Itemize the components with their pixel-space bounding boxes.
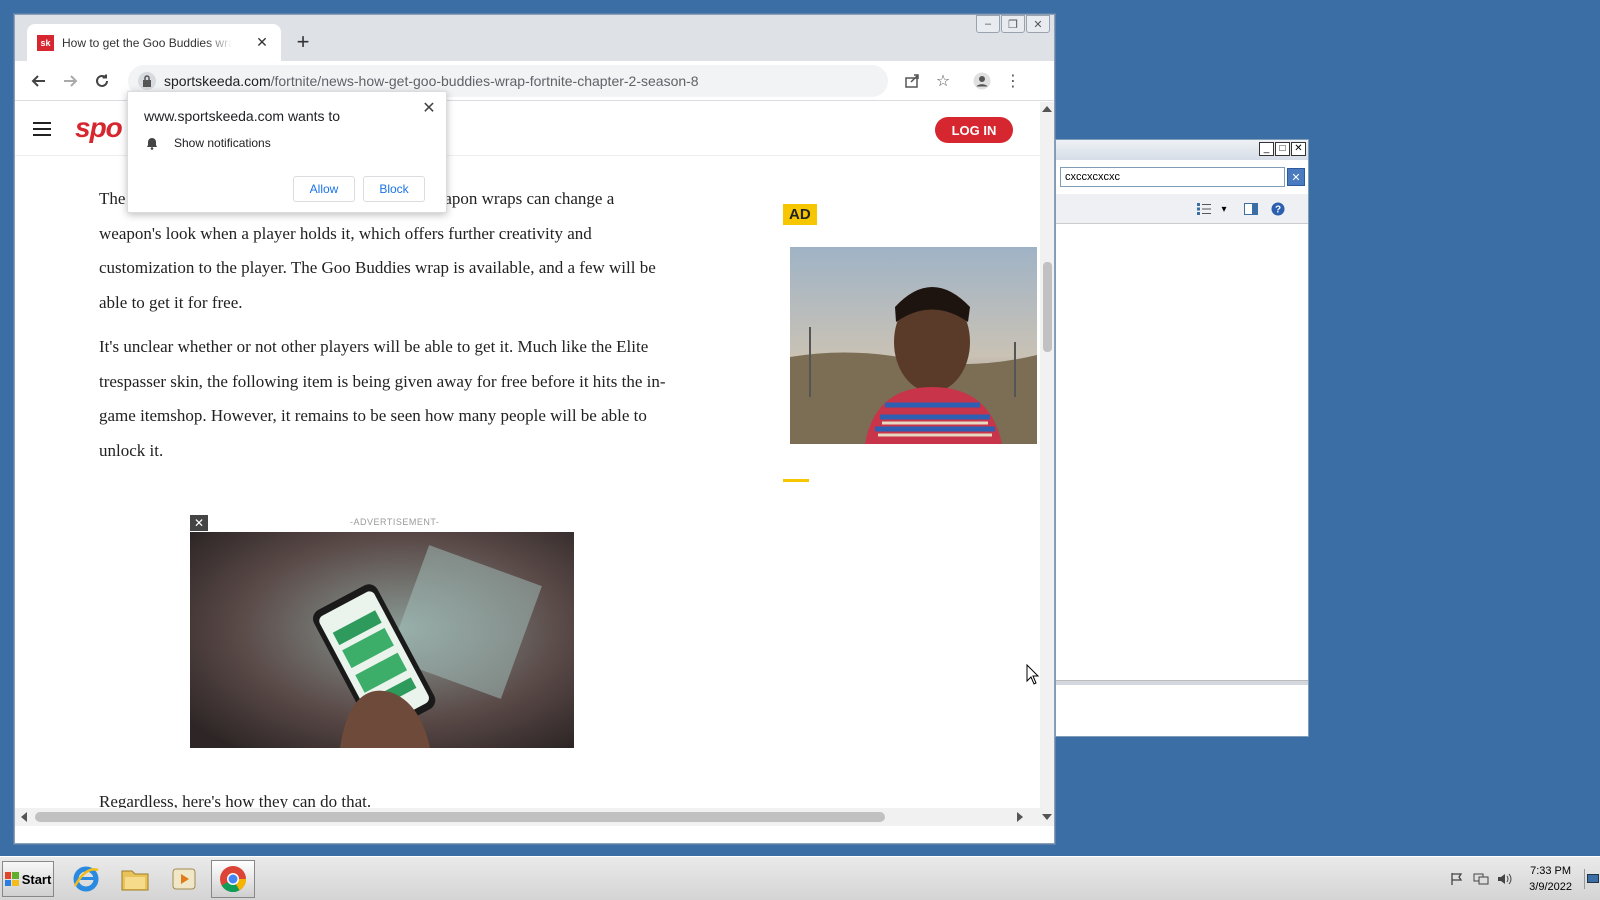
svg-text:?: ?: [1275, 205, 1281, 216]
sportskeeda-favicon-icon: sk: [37, 34, 54, 51]
url-text: sportskeeda.com/fortnite/news-how-get-go…: [164, 73, 699, 89]
bookmark-star-icon[interactable]: ☆: [929, 67, 957, 95]
block-button[interactable]: Block: [363, 176, 425, 202]
advertisement-label: -ADVERTISEMENT-: [350, 517, 440, 527]
volume-icon[interactable]: [1494, 868, 1516, 890]
article-body: The Goo Buddies wrap is available in For…: [99, 182, 679, 478]
internet-explorer-icon[interactable]: [64, 860, 108, 898]
side-ad-video[interactable]: [790, 247, 1037, 444]
windows-logo-icon: [4, 872, 19, 886]
side-toolbar: ▾ ?: [1056, 194, 1308, 224]
side-maximize-button[interactable]: □: [1275, 142, 1290, 156]
forward-arrow-icon[interactable]: [56, 67, 84, 95]
list-view-icon[interactable]: [1196, 201, 1212, 217]
tab-title: How to get the Goo Buddies wrap in Fortn…: [62, 35, 232, 50]
help-icon[interactable]: ?: [1270, 201, 1286, 217]
mouse-cursor-icon: [1026, 664, 1040, 685]
side-dialog-window: _ □ ✕ ✕ ▾ ?: [1055, 139, 1309, 737]
network-icon[interactable]: [1470, 868, 1492, 890]
allow-button[interactable]: Allow: [293, 176, 355, 202]
clock[interactable]: 7:33 PM 3/9/2022: [1529, 863, 1572, 895]
scroll-left-icon[interactable]: [21, 812, 27, 822]
bell-icon: [147, 137, 157, 150]
browser-titlebar: sk How to get the Goo Buddies wrap in Fo…: [15, 15, 1054, 61]
file-explorer-icon[interactable]: [113, 860, 157, 898]
vertical-scroll-thumb[interactable]: [1043, 262, 1052, 352]
more-menu-icon[interactable]: ⋮: [999, 67, 1027, 95]
login-button[interactable]: LOG IN: [935, 117, 1013, 143]
browser-tab[interactable]: sk How to get the Goo Buddies wrap in Fo…: [27, 24, 281, 61]
browser-window: sk How to get the Goo Buddies wrap in Fo…: [14, 14, 1055, 844]
ad-badge: AD: [783, 204, 817, 225]
sportskeeda-logo[interactable]: spo: [75, 112, 123, 144]
reload-icon[interactable]: [88, 67, 116, 95]
window-controls: – ❐ ✕: [975, 15, 1050, 33]
horizontal-scrollbar[interactable]: [15, 808, 1041, 826]
clock-time: 7:33 PM: [1530, 865, 1572, 877]
action-center-flag-icon[interactable]: [1446, 868, 1468, 890]
notification-permission-popup: www.sportskeeda.com wants to ✕ Show noti…: [127, 91, 447, 213]
close-popup-icon[interactable]: ✕: [420, 100, 438, 118]
side-minimize-button[interactable]: _: [1259, 142, 1274, 156]
start-label: Start: [21, 871, 52, 887]
close-window-button[interactable]: ✕: [1026, 15, 1050, 33]
clear-search-icon[interactable]: ✕: [1287, 168, 1305, 186]
show-desktop-icon[interactable]: [1584, 869, 1600, 889]
restore-button[interactable]: ❐: [1001, 15, 1025, 33]
url-host: sportskeeda.com: [164, 73, 271, 89]
clock-date: 3/9/2022: [1529, 881, 1572, 893]
tab-close-icon[interactable]: ✕: [253, 34, 271, 51]
side-search-input[interactable]: [1060, 167, 1285, 187]
new-tab-button[interactable]: +: [289, 29, 317, 57]
lock-icon[interactable]: [138, 72, 156, 90]
start-button[interactable]: Start: [2, 861, 54, 897]
hamburger-menu-icon[interactable]: [33, 122, 51, 136]
inline-ad-video[interactable]: [190, 532, 574, 748]
taskbar: Start 7:33 PM 3/9/2022: [0, 856, 1600, 900]
chrome-taskbar-icon[interactable]: [211, 860, 255, 898]
article-paragraph-2: It's unclear whether or not other player…: [99, 337, 666, 460]
horizontal-scroll-thumb[interactable]: [35, 812, 885, 822]
preview-pane-icon[interactable]: [1243, 201, 1259, 217]
chevron-down-icon[interactable]: ▾: [1216, 201, 1232, 217]
scroll-down-icon[interactable]: [1042, 814, 1052, 820]
permission-request: Show notifications: [146, 136, 271, 150]
accent-divider: [783, 479, 809, 482]
profile-avatar-icon[interactable]: [968, 67, 996, 95]
side-close-button[interactable]: ✕: [1291, 142, 1306, 156]
scroll-right-icon[interactable]: [1017, 812, 1023, 822]
side-pane-splitter[interactable]: [1056, 680, 1308, 685]
system-tray: 7:33 PM 3/9/2022: [1445, 857, 1600, 900]
close-ad-icon[interactable]: ✕: [190, 515, 208, 531]
vertical-scrollbar[interactable]: [1040, 102, 1054, 826]
back-arrow-icon[interactable]: [25, 67, 53, 95]
scroll-up-icon[interactable]: [1042, 106, 1052, 112]
media-player-icon[interactable]: [162, 860, 206, 898]
permission-title: www.sportskeeda.com wants to: [144, 108, 341, 124]
share-icon[interactable]: [898, 67, 926, 95]
minimize-button[interactable]: –: [976, 15, 1000, 33]
side-window-titlebar: _ □ ✕: [1056, 140, 1308, 160]
url-path: /fortnite/news-how-get-goo-buddies-wrap-…: [270, 73, 699, 89]
permission-request-text: Show notifications: [174, 136, 271, 150]
